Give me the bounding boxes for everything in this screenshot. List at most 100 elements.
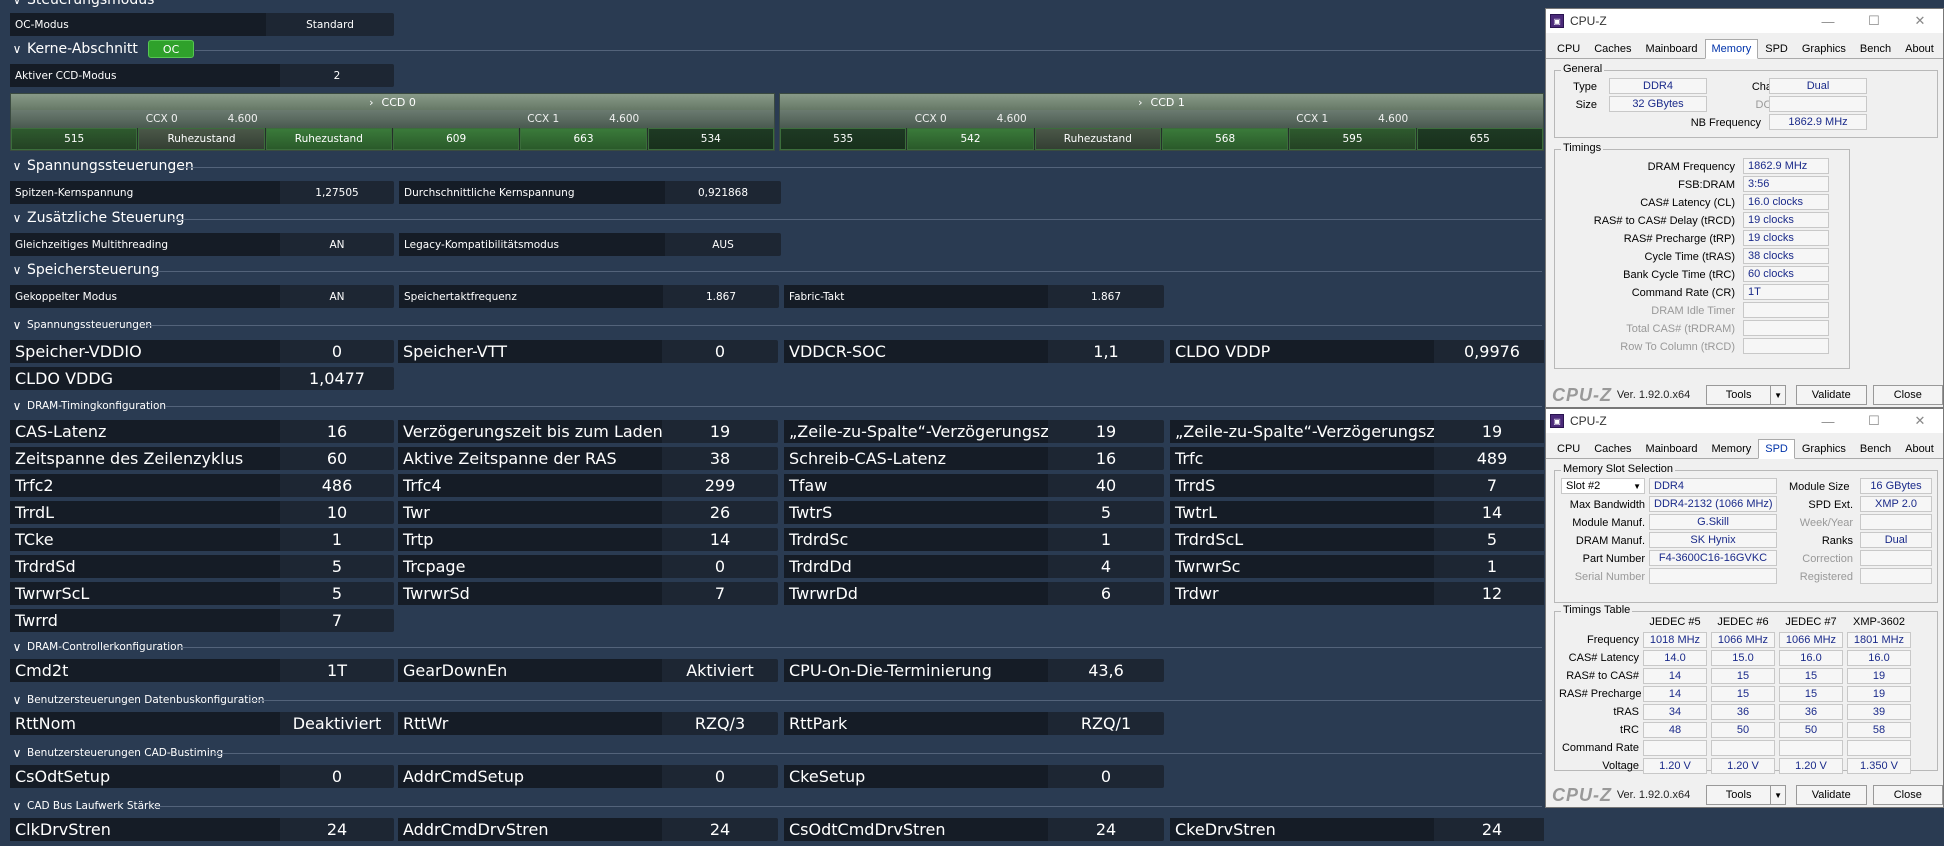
field-value[interactable]: 0: [280, 340, 394, 363]
tab-about[interactable]: About: [1898, 39, 1941, 58]
field-value[interactable]: Standard: [266, 13, 394, 36]
field-value[interactable]: 16: [280, 420, 394, 443]
ccd-header[interactable]: › CCD 1: [780, 94, 1543, 110]
field-value[interactable]: AN: [280, 233, 394, 256]
field-value[interactable]: 14: [1434, 501, 1544, 524]
tab-caches[interactable]: Caches: [1587, 39, 1638, 58]
field-value[interactable]: 1,1: [1048, 340, 1164, 363]
field-value[interactable]: 16: [1048, 447, 1164, 470]
section-speicher[interactable]: ∨ Speichersteuerung: [10, 262, 160, 278]
field-value[interactable]: Deaktiviert: [280, 712, 394, 735]
close-icon[interactable]: ✕: [1897, 13, 1943, 29]
tab-mainboard[interactable]: Mainboard: [1639, 39, 1705, 58]
tab-caches[interactable]: Caches: [1587, 439, 1638, 458]
field-value[interactable]: 7: [662, 582, 778, 605]
tab-mainboard[interactable]: Mainboard: [1639, 439, 1705, 458]
section-benutzer-daten[interactable]: ∨ Benutzersteuerungen Datenbuskonfigurat…: [10, 693, 265, 707]
section-benutzer-cad[interactable]: ∨ Benutzersteuerungen CAD-Bustiming: [10, 746, 224, 760]
tab-memory[interactable]: Memory: [1705, 439, 1759, 458]
field-value[interactable]: 1: [1434, 555, 1544, 578]
tab-cpu[interactable]: CPU: [1550, 39, 1587, 58]
field-value[interactable]: 24: [662, 818, 778, 841]
field-value[interactable]: 40: [1048, 474, 1164, 497]
minimize-icon[interactable]: —: [1805, 14, 1851, 29]
field-value[interactable]: 5: [1048, 501, 1164, 524]
tab-about[interactable]: About: [1898, 439, 1941, 458]
tools-button[interactable]: Tools: [1706, 385, 1772, 405]
field-value[interactable]: 1.867: [1048, 285, 1164, 308]
validate-button[interactable]: Validate: [1795, 785, 1867, 805]
field-value[interactable]: AN: [280, 285, 394, 308]
field-value[interactable]: 7: [280, 609, 394, 632]
field-value[interactable]: 1T: [280, 659, 394, 682]
field-value[interactable]: 5: [280, 582, 394, 605]
dropdown-arrow-icon[interactable]: ▼: [1771, 385, 1786, 405]
field-value[interactable]: 5: [1434, 528, 1544, 551]
field-value[interactable]: 0: [662, 555, 778, 578]
field-value[interactable]: 14: [662, 528, 778, 551]
field-value[interactable]: 489: [1434, 447, 1544, 470]
field-value[interactable]: 4: [1048, 555, 1164, 578]
field-value[interactable]: AUS: [665, 233, 781, 256]
close-button[interactable]: Close: [1872, 785, 1944, 805]
tab-graphics[interactable]: Graphics: [1795, 439, 1853, 458]
field-value[interactable]: 26: [662, 501, 778, 524]
field-value[interactable]: RZQ/3: [662, 712, 778, 735]
field-value[interactable]: 12: [1434, 582, 1544, 605]
field-value[interactable]: Aktiviert: [662, 659, 778, 682]
tab-bench[interactable]: Bench: [1853, 439, 1898, 458]
section-zusatz[interactable]: ∨ Zusätzliche Steuerung: [10, 210, 185, 226]
field-value[interactable]: 38: [662, 447, 778, 470]
slot-select[interactable]: Slot #2 ▼: [1561, 478, 1645, 494]
field-value[interactable]: 1: [280, 528, 394, 551]
tab-memory[interactable]: Memory: [1704, 39, 1759, 59]
field-value[interactable]: 19: [1048, 420, 1164, 443]
close-icon[interactable]: ✕: [1897, 413, 1943, 429]
section-dram-timing[interactable]: ∨ DRAM-Timingkonfiguration: [10, 399, 167, 413]
field-value[interactable]: 486: [280, 474, 394, 497]
field-value[interactable]: 299: [662, 474, 778, 497]
field-value[interactable]: 60: [280, 447, 394, 470]
dropdown-arrow-icon[interactable]: ▼: [1771, 785, 1786, 805]
title-bar[interactable]: ▣ CPU-Z — ☐ ✕: [1546, 409, 1943, 433]
tab-bench[interactable]: Bench: [1853, 39, 1898, 58]
field-value[interactable]: 0: [662, 340, 778, 363]
field-value[interactable]: 0: [662, 765, 778, 788]
field-value[interactable]: 10: [280, 501, 394, 524]
field-value[interactable]: 24: [1434, 818, 1544, 841]
section-spannung[interactable]: ∨ Spannungssteuerungen: [10, 158, 194, 174]
section-cad-bus[interactable]: ∨ CAD Bus Laufwerk Stärke: [10, 799, 161, 813]
ccd-header[interactable]: › CCD 0: [11, 94, 774, 110]
nbfreq-label: NB Frequency: [1690, 117, 1761, 129]
maximize-icon[interactable]: ☐: [1851, 13, 1897, 29]
field-value[interactable]: 5: [280, 555, 394, 578]
field-value[interactable]: 1: [1048, 528, 1164, 551]
tab-spd[interactable]: SPD: [1758, 439, 1795, 459]
field-value[interactable]: RZQ/1: [1048, 712, 1164, 735]
maximize-icon[interactable]: ☐: [1851, 413, 1897, 429]
section-kerne[interactable]: ∨ Kerne-Abschnitt OC: [10, 40, 195, 58]
field-value[interactable]: 19: [662, 420, 778, 443]
tools-button[interactable]: Tools: [1706, 785, 1772, 805]
tab-graphics[interactable]: Graphics: [1795, 39, 1853, 58]
field-value[interactable]: 0,9976: [1434, 340, 1544, 363]
validate-button[interactable]: Validate: [1795, 385, 1867, 405]
field-value[interactable]: 6: [1048, 582, 1164, 605]
field-value[interactable]: 0: [1048, 765, 1164, 788]
field-value[interactable]: 1,0477: [280, 367, 394, 390]
section-dram-ctrl[interactable]: ∨ DRAM-Controllerkonfiguration: [10, 640, 184, 654]
field-value[interactable]: 7: [1434, 474, 1544, 497]
field-value[interactable]: 1.867: [663, 285, 779, 308]
tab-cpu[interactable]: CPU: [1550, 439, 1587, 458]
tab-spd[interactable]: SPD: [1758, 39, 1795, 58]
title-bar[interactable]: ▣ CPU-Z — ☐ ✕: [1546, 9, 1943, 33]
section-steuerungsmodus[interactable]: ∨ Steuerungsmodus: [10, 0, 155, 8]
field-value[interactable]: 24: [1048, 818, 1164, 841]
section-spannung2[interactable]: ∨ Spannungssteuerungen: [10, 318, 153, 332]
field-value[interactable]: 43,6: [1048, 659, 1164, 682]
minimize-icon[interactable]: —: [1805, 414, 1851, 429]
field-value[interactable]: 19: [1434, 420, 1544, 443]
field-value[interactable]: 24: [280, 818, 394, 841]
field-value[interactable]: 0: [280, 765, 394, 788]
close-button[interactable]: Close: [1872, 385, 1944, 405]
